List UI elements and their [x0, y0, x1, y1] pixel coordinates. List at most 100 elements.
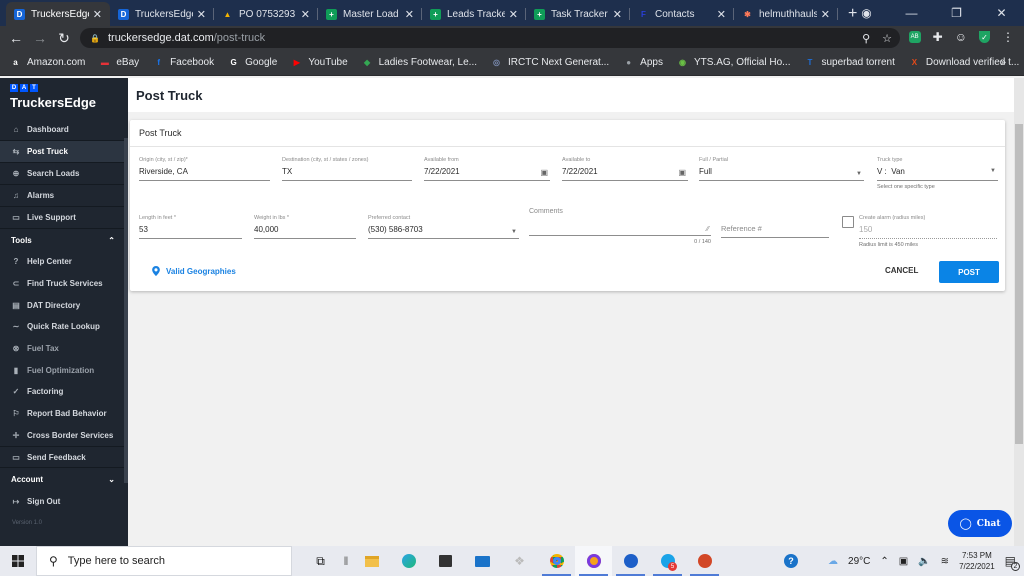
sidebar-item-live-support[interactable]: ▭ Live Support — [0, 207, 128, 229]
back-button[interactable]: ← — [4, 30, 28, 46]
origin-field[interactable]: Origin (city, st / zip)* Riverside, CA — [139, 157, 270, 181]
browser-tab[interactable]: + Master Load T ✕ — [318, 2, 422, 26]
bookmark-item[interactable]: a Amazon.com — [10, 57, 85, 68]
close-tab-icon[interactable]: ✕ — [717, 8, 726, 21]
bookmark-item[interactable]: ◉ YTS.AG, Official Ho... — [677, 57, 791, 68]
alarm-radius-field[interactable]: Create alarm (radius miles) 150 Radius l… — [859, 215, 997, 248]
skype-icon[interactable]: 5 — [649, 546, 686, 576]
bookmarks-more-button[interactable]: » — [1000, 57, 1006, 68]
shield-extension-icon[interactable]: ✓ — [979, 31, 990, 43]
create-alarm-checkbox[interactable] — [842, 216, 854, 228]
calendar-icon[interactable]: ▣ — [540, 168, 548, 177]
destination-field[interactable]: Destination (city, st / states / zones) … — [282, 157, 412, 181]
valid-geographies-link[interactable]: Valid Geographies — [152, 266, 236, 276]
bookmark-item[interactable]: ● Apps — [623, 57, 663, 68]
available-to-field[interactable]: Available to 7/22/2021 ▣ — [562, 157, 688, 181]
sidebar-item-factoring[interactable]: ✓ Factoring — [0, 381, 128, 403]
reference-input[interactable]: Reference # — [721, 220, 829, 238]
file-explorer-icon[interactable] — [353, 546, 390, 576]
sidebar-item-fuel-tax[interactable]: ⊗ Fuel Tax — [0, 338, 128, 360]
help-icon[interactable]: ? — [784, 554, 799, 568]
browser-tab[interactable]: ▲ PO 0753293 - ✕ — [214, 2, 318, 26]
full-partial-select[interactable]: Full / Partial Full ▼ — [699, 157, 864, 181]
sidebar-item-sign-out[interactable]: ↦ Sign Out — [0, 490, 128, 512]
sidebar-item-post-truck[interactable]: ⇆ Post Truck — [0, 141, 128, 163]
browser-tab[interactable]: + Leads Tracker ✕ — [422, 2, 526, 26]
edge-icon[interactable] — [390, 546, 427, 576]
close-tab-icon[interactable]: ✕ — [301, 8, 310, 21]
browser-tab[interactable]: D TruckersEdge ✕ — [110, 2, 214, 26]
chrome-icon[interactable] — [538, 546, 575, 576]
sidebar-item-find-truck-services[interactable]: ⊂ Find Truck Services — [0, 273, 128, 295]
bookmark-item[interactable]: ▬ eBay — [99, 57, 139, 68]
bookmark-star-icon[interactable]: ☆ — [882, 32, 892, 45]
weather-icon[interactable]: ☁ — [828, 556, 838, 567]
url-input[interactable]: 🔒 truckersedge.dat.com/post-truck ⚲ ☆ — [80, 28, 900, 48]
sidebar-item-search-loads[interactable]: ⊕ Search Loads — [0, 163, 128, 185]
dropbox-icon[interactable]: ❖ — [501, 546, 538, 576]
chat-button[interactable]: ◯ Chat — [948, 510, 1012, 537]
calendar-icon[interactable]: ▣ — [678, 168, 686, 177]
notifications-icon[interactable]: ▤ 2 — [1005, 554, 1020, 571]
close-tab-icon[interactable]: ✕ — [613, 8, 622, 21]
sidebar-item-alarms[interactable]: ♫ Alarms — [0, 185, 128, 207]
sidebar-item-quick-rate-lookup[interactable]: ∼ Quick Rate Lookup — [0, 316, 128, 338]
sidebar-item-report-bad-behavior[interactable]: ⚐ Report Bad Behavior — [0, 403, 128, 425]
comments-textarea[interactable]: Comments ⁄⁄ 0 / 140 — [529, 208, 711, 245]
mail-icon[interactable] — [464, 546, 501, 576]
profile-icon[interactable]: ☺ — [955, 30, 967, 44]
weight-field[interactable]: Weight in lbs * 40,000 — [254, 215, 356, 239]
taskbar-search-input[interactable]: ⚲ Type here to search — [36, 546, 292, 576]
bookmark-item[interactable]: G Google — [228, 57, 277, 68]
forward-button[interactable]: → — [28, 30, 52, 46]
bookmark-item[interactable]: ◆ Ladies Footwear, Le... — [362, 57, 477, 68]
sidebar-item-dashboard[interactable]: ⌂ Dashboard — [0, 119, 128, 141]
minimize-button[interactable]: — — [889, 6, 934, 20]
tray-chevron-up-icon[interactable]: ⌃ — [880, 556, 888, 567]
browser-tab[interactable]: + Task Tracker - ✕ — [526, 2, 630, 26]
bookmark-item[interactable]: f Facebook — [153, 57, 214, 68]
close-tab-icon[interactable]: ✕ — [93, 8, 102, 21]
sidebar-item-dat-directory[interactable]: ▤ DAT Directory — [0, 294, 128, 316]
close-tab-icon[interactable]: ✕ — [509, 8, 518, 21]
post-button[interactable]: POST — [939, 261, 999, 283]
profile-dropdown-icon[interactable]: ◉ — [844, 6, 889, 20]
page-scrollbar[interactable] — [1014, 78, 1024, 546]
browser-menu-icon[interactable]: ⋮ — [1002, 30, 1014, 44]
bookmark-item[interactable]: Tsuperbad torrent — [804, 57, 895, 68]
store-icon[interactable] — [427, 546, 464, 576]
dat-logo[interactable]: DAT TruckersEdge — [0, 78, 128, 110]
resize-handle-icon[interactable]: ⁄⁄ — [707, 226, 709, 233]
tools-section-toggle[interactable]: Tools ⌃ — [0, 229, 128, 251]
cancel-button[interactable]: CANCEL — [885, 266, 918, 275]
meet-now-icon[interactable]: ▣ — [899, 556, 908, 567]
close-window-button[interactable]: ✕ — [979, 6, 1024, 20]
avast-browser-icon[interactable] — [575, 546, 612, 576]
adblock-extension-icon[interactable]: AB — [908, 31, 921, 43]
extensions-puzzle-icon[interactable]: ✚ — [933, 30, 943, 44]
zoom-icon[interactable]: ⚲ — [862, 32, 870, 45]
close-tab-icon[interactable]: ✕ — [821, 8, 830, 21]
restore-button[interactable]: ❐ — [934, 6, 979, 20]
wifi-icon[interactable]: ≋ — [941, 556, 949, 567]
browser-tab[interactable]: D TruckersEdge ✕ — [6, 2, 110, 26]
reload-button[interactable]: ↻ — [52, 30, 76, 47]
account-section-toggle[interactable]: Account ⌄ — [0, 468, 128, 490]
preferred-contact-select[interactable]: Preferred contact (530) 586-8703 ▼ — [368, 215, 519, 239]
sidebar-item-help-center[interactable]: ? Help Center — [0, 251, 128, 273]
powerpoint-icon[interactable] — [686, 546, 723, 576]
close-tab-icon[interactable]: ✕ — [197, 8, 206, 21]
start-button[interactable] — [0, 555, 36, 567]
task-view-icon[interactable]: ⧉ — [302, 546, 339, 576]
weather-temp[interactable]: 29°C — [848, 556, 870, 567]
browser-tab[interactable]: ✱ helmuthhauls ✕ — [734, 2, 838, 26]
sidebar-item-send-feedback[interactable]: ▭ Send Feedback — [0, 446, 128, 469]
sidebar-item-cross-border-services[interactable]: ✛ Cross Border Services — [0, 425, 128, 447]
scrollbar-thumb[interactable] — [1015, 124, 1023, 444]
volume-icon[interactable]: 🔈 — [918, 556, 930, 567]
truck-type-select[interactable]: Truck type V : Van ▼ Select one specific… — [877, 157, 998, 190]
length-field[interactable]: Length in feet * 53 — [139, 215, 242, 239]
available-from-field[interactable]: Available from 7/22/2021 ▣ — [424, 157, 550, 181]
sidebar-item-fuel-optimization[interactable]: ▮ Fuel Optimization — [0, 359, 128, 381]
bookmark-item[interactable]: ▶ YouTube — [291, 57, 348, 68]
